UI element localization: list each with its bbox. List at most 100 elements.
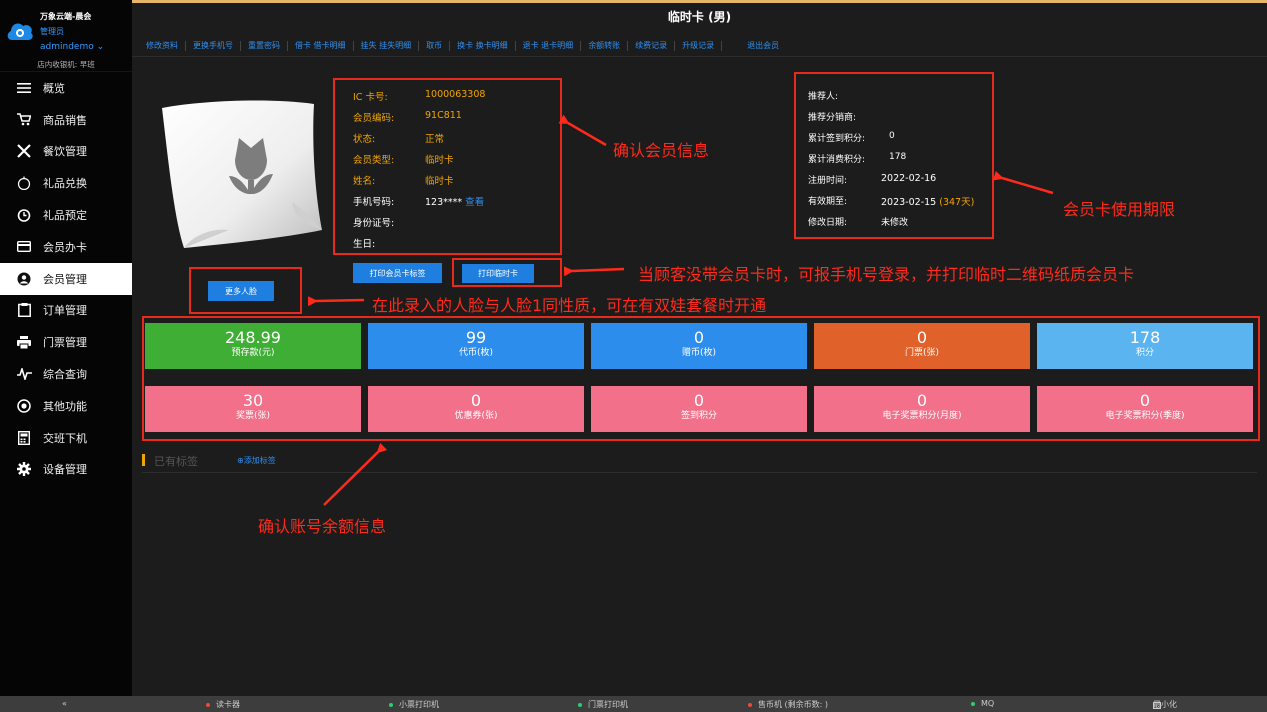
app-window: 万象云端-晨会 管理员 admindemo ⌄ 店内收银机: 早班 概览 商品销… bbox=[0, 0, 1267, 712]
sidebar-item-label: 会员办卡 bbox=[43, 240, 87, 254]
ic-card-value: 1000063308 bbox=[425, 89, 486, 100]
sidebar-item-label: 礼品兑换 bbox=[43, 177, 87, 191]
sidebar-item-shift[interactable]: 交班下机 bbox=[0, 422, 132, 454]
status-bar: « 读卡器 小票打印机 门票打印机 售币机 (剩余币数: ) MQ 最小化 bbox=[0, 696, 1267, 712]
status-label: 状态: bbox=[353, 134, 376, 145]
toolbar-link-return-card[interactable]: 退卡 退卡明细 bbox=[516, 41, 582, 51]
stat-tile[interactable]: 0 电子奖票积分(季度) bbox=[1037, 386, 1253, 432]
header-accent-line bbox=[132, 0, 1267, 3]
sidebar-item-label: 会员管理 bbox=[43, 272, 87, 286]
sidebar-item-label: 门票管理 bbox=[43, 336, 87, 350]
stat-label: 优惠券(张) bbox=[454, 411, 498, 421]
member-type-label: 会员类型: bbox=[353, 155, 395, 166]
toolbar-link-borrow-card[interactable]: 借卡 借卡明细 bbox=[288, 41, 354, 51]
sidebar-item-devices[interactable]: 设备管理 bbox=[0, 454, 132, 486]
toolbar-link-withdraw-coins[interactable]: 取币 bbox=[419, 41, 451, 51]
user-role: 管理员 bbox=[40, 27, 64, 36]
sidebar-item-other[interactable]: 其他功能 bbox=[0, 390, 132, 422]
toolbar-link-balance-transfer[interactable]: 余额转账 bbox=[581, 41, 629, 51]
cloud-logo-icon bbox=[7, 23, 33, 40]
printer-icon bbox=[16, 334, 32, 350]
company-name: 万象云端-晨会 bbox=[40, 12, 92, 21]
status-card-reader: 读卡器 bbox=[206, 699, 240, 710]
referrer-label: 推荐人: bbox=[808, 92, 839, 102]
valid-until-label: 有效期至: bbox=[808, 197, 848, 207]
toolbar-link-report-loss[interactable]: 挂失 挂失明细 bbox=[354, 41, 420, 51]
calculator-icon bbox=[16, 430, 32, 446]
stat-tile[interactable]: 99 代币(枚) bbox=[368, 323, 584, 369]
stat-label: 奖票(张) bbox=[235, 411, 271, 421]
stat-label: 门票(张) bbox=[904, 348, 940, 358]
stat-value: 0 bbox=[1139, 391, 1151, 410]
cashier-shift: 店内收银机: 早班 bbox=[37, 60, 95, 69]
cart-icon bbox=[16, 112, 32, 128]
sidebar-item-member-manage[interactable]: 会员管理 bbox=[0, 262, 132, 295]
print-temp-card-button[interactable]: 打印临时卡 bbox=[462, 264, 534, 283]
sidebar-item-overview[interactable]: 概览 bbox=[0, 72, 132, 104]
collapse-sidebar-button[interactable]: « bbox=[62, 699, 67, 708]
toolbar-link-reset-password[interactable]: 重置密码 bbox=[241, 41, 288, 51]
toolbar-link-renewal-records[interactable]: 续费记录 bbox=[628, 41, 676, 51]
stat-tile[interactable]: 30 奖票(张) bbox=[145, 386, 361, 432]
sidebar-item-label: 订单管理 bbox=[43, 304, 87, 318]
sidebar-item-tickets[interactable]: 门票管理 bbox=[0, 326, 132, 358]
id-number-label: 身份证号: bbox=[353, 218, 395, 229]
add-tag-link[interactable]: ⊕添加标签 bbox=[237, 455, 276, 466]
sidebar-item-member-card[interactable]: 会员办卡 bbox=[0, 231, 132, 263]
toolbar-link-change-phone[interactable]: 更换手机号 bbox=[186, 41, 241, 51]
stat-value: 0 bbox=[693, 391, 705, 410]
register-time-value: 2022-02-16 bbox=[881, 173, 937, 184]
stat-tile[interactable]: 0 电子奖票积分(月度) bbox=[814, 386, 1030, 432]
annotation-card-validity: 会员卡使用期限 bbox=[1063, 200, 1176, 219]
signin-points-value: 0 bbox=[889, 131, 895, 141]
stat-label: 预存款(元) bbox=[231, 348, 275, 358]
minimize-button[interactable]: 最小化 bbox=[1153, 699, 1177, 710]
stat-tile[interactable]: 0 优惠券(张) bbox=[368, 386, 584, 432]
status-value: 正常 bbox=[425, 134, 445, 145]
name-label: 姓名: bbox=[353, 176, 376, 187]
arrow-more-faces bbox=[307, 296, 365, 307]
status-dot-green bbox=[578, 702, 582, 707]
distributor-label: 推荐分销商: bbox=[808, 113, 857, 123]
stat-tile[interactable]: 178 积分 bbox=[1037, 323, 1253, 369]
stat-tile[interactable]: 248.99 预存款(元) bbox=[145, 323, 361, 369]
sidebar-item-label: 其他功能 bbox=[43, 399, 87, 413]
stat-tile[interactable]: 0 签到积分 bbox=[591, 386, 807, 432]
sidebar-item-gift-reserve[interactable]: 礼品预定 bbox=[0, 199, 132, 231]
toolbar-link-replace-card[interactable]: 换卡 换卡明细 bbox=[450, 41, 516, 51]
sidebar-item-label: 交班下机 bbox=[43, 431, 87, 445]
print-member-label-button[interactable]: 打印会员卡标签 bbox=[353, 263, 442, 283]
annotation-no-card: 当顾客没带会员卡时，可报手机号登录，并打印临时二维码纸质会员卡 bbox=[638, 265, 1135, 284]
status-text: 读卡器 bbox=[216, 700, 240, 709]
stat-tile[interactable]: 0 门票(张) bbox=[814, 323, 1030, 369]
status-dot-green bbox=[389, 702, 393, 707]
sidebar-item-label: 综合查询 bbox=[43, 368, 87, 382]
sidebar-item-catering[interactable]: 餐饮管理 bbox=[0, 136, 132, 168]
stat-value: 30 bbox=[242, 391, 264, 410]
sidebar-item-gift-exchange[interactable]: 礼品兑换 bbox=[0, 167, 132, 199]
status-dot-red bbox=[748, 702, 752, 707]
annotation-confirm-balance: 确认账号余额信息 bbox=[258, 517, 387, 536]
status-text: MQ bbox=[981, 699, 995, 708]
tags-title: 已有标签 bbox=[154, 455, 198, 468]
more-faces-button[interactable]: 更多人脸 bbox=[208, 281, 274, 301]
consume-points-value: 178 bbox=[889, 152, 907, 162]
utensils-icon bbox=[16, 143, 32, 159]
register-time-label: 注册时间: bbox=[808, 176, 848, 186]
stat-value: 248.99 bbox=[225, 328, 281, 347]
toolbar-link-exit-member[interactable]: 退出会员 bbox=[740, 41, 786, 51]
sidebar-item-sales[interactable]: 商品销售 bbox=[0, 104, 132, 136]
brand-header: 万象云端-晨会 管理员 admindemo ⌄ 店内收银机: 早班 bbox=[0, 0, 132, 72]
arrow-card-validity bbox=[992, 170, 1054, 195]
card-icon bbox=[16, 239, 32, 255]
view-phone-link[interactable]: 查看 bbox=[465, 197, 484, 208]
user-menu[interactable]: admindemo ⌄ bbox=[40, 42, 104, 52]
sidebar-item-orders[interactable]: 订单管理 bbox=[0, 295, 132, 327]
toolbar-link-edit-profile[interactable]: 修改资料 bbox=[146, 41, 186, 51]
modify-date-label: 修改日期: bbox=[808, 218, 848, 228]
toolbar-link-upgrade-records[interactable]: 升级记录 bbox=[675, 41, 723, 51]
stat-label: 签到积分 bbox=[680, 411, 717, 421]
sidebar-item-query[interactable]: 综合查询 bbox=[0, 358, 132, 390]
page-title: 临时卡 (男) bbox=[667, 10, 732, 24]
stat-tile[interactable]: 0 赠币(枚) bbox=[591, 323, 807, 369]
